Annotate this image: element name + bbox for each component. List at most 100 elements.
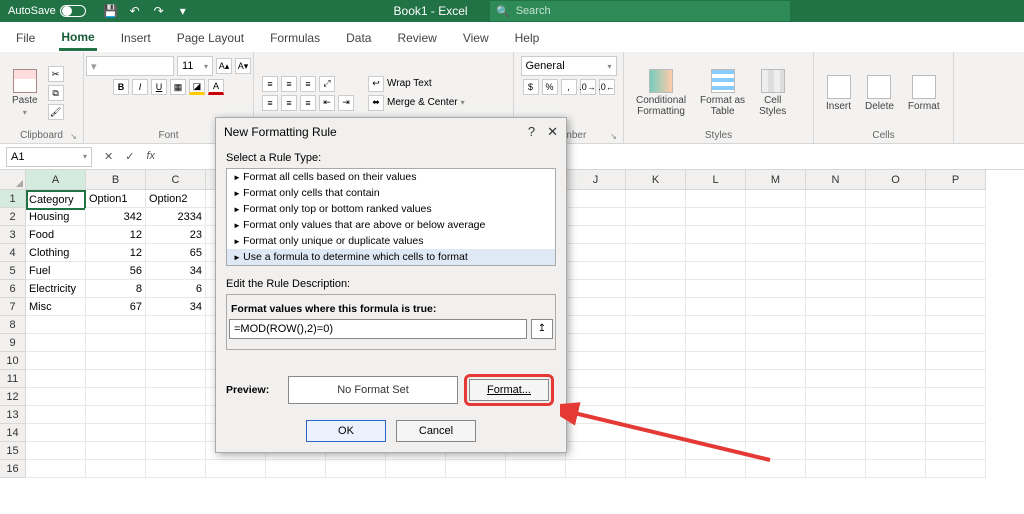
cell[interactable]: Option2 (146, 190, 206, 208)
cell[interactable] (566, 226, 626, 244)
cell[interactable] (926, 424, 986, 442)
cell[interactable] (926, 244, 986, 262)
cell[interactable] (686, 406, 746, 424)
cell[interactable] (866, 442, 926, 460)
cell[interactable] (566, 316, 626, 334)
decrease-indent-icon[interactable]: ⇤ (319, 95, 335, 111)
align-middle-icon[interactable]: ≡ (281, 76, 297, 92)
cell-styles-button[interactable]: Cell Styles (755, 65, 790, 121)
row-header[interactable]: 2 (0, 208, 26, 226)
rule-type-item[interactable]: Format only values that are above or bel… (227, 217, 555, 233)
cell[interactable] (746, 262, 806, 280)
cell[interactable] (686, 244, 746, 262)
cell[interactable] (566, 244, 626, 262)
cell[interactable] (746, 334, 806, 352)
cell[interactable] (866, 334, 926, 352)
wrap-text-button[interactable]: ↩Wrap Text (368, 76, 465, 92)
row-header[interactable]: 3 (0, 226, 26, 244)
cut-icon[interactable]: ✂ (48, 66, 64, 82)
cell[interactable] (686, 298, 746, 316)
cell[interactable] (686, 460, 746, 478)
cell[interactable] (926, 442, 986, 460)
row-header[interactable]: 1 (0, 190, 26, 208)
cell[interactable] (806, 298, 866, 316)
cell[interactable] (746, 226, 806, 244)
currency-icon[interactable]: $ (523, 79, 539, 95)
cell[interactable]: 65 (146, 244, 206, 262)
rule-type-item[interactable]: Format only top or bottom ranked values (227, 201, 555, 217)
cell[interactable] (686, 280, 746, 298)
help-icon[interactable]: ? (528, 124, 535, 140)
cell[interactable] (626, 370, 686, 388)
underline-icon[interactable]: U (151, 79, 167, 95)
cell[interactable] (566, 280, 626, 298)
cell[interactable] (926, 460, 986, 478)
row-header[interactable]: 5 (0, 262, 26, 280)
cell[interactable] (686, 208, 746, 226)
insert-cells-button[interactable]: Insert (822, 71, 855, 116)
cell[interactable] (626, 298, 686, 316)
format-painter-icon[interactable]: 🖌 (48, 104, 64, 120)
fx-icon[interactable]: fx (146, 150, 155, 163)
cell[interactable] (626, 460, 686, 478)
cell[interactable] (866, 208, 926, 226)
cell[interactable] (806, 442, 866, 460)
conditional-formatting-button[interactable]: Conditional Formatting (632, 65, 690, 121)
cell[interactable] (626, 334, 686, 352)
cell[interactable] (806, 244, 866, 262)
cell[interactable] (86, 442, 146, 460)
cell[interactable] (866, 370, 926, 388)
cell[interactable] (806, 370, 866, 388)
ok-button[interactable]: OK (306, 420, 386, 442)
cell[interactable] (86, 352, 146, 370)
cell[interactable] (806, 226, 866, 244)
cell[interactable] (806, 460, 866, 478)
tab-view[interactable]: View (461, 31, 491, 49)
row-header[interactable]: 11 (0, 370, 26, 388)
search-box[interactable]: 🔍 (490, 1, 790, 21)
cell[interactable] (566, 334, 626, 352)
cell[interactable] (26, 334, 86, 352)
cell[interactable] (386, 460, 446, 478)
cell[interactable] (566, 406, 626, 424)
cell[interactable]: 67 (86, 298, 146, 316)
cell[interactable] (146, 424, 206, 442)
cell[interactable] (746, 460, 806, 478)
cell[interactable] (926, 298, 986, 316)
column-header[interactable]: K (626, 170, 686, 190)
tab-formulas[interactable]: Formulas (268, 31, 322, 49)
italic-icon[interactable]: I (132, 79, 148, 95)
tab-review[interactable]: Review (395, 31, 438, 49)
cell[interactable] (926, 388, 986, 406)
cell[interactable] (566, 388, 626, 406)
font-size-select[interactable]: 11▾ (177, 56, 213, 76)
undo-icon[interactable]: ↶ (128, 4, 142, 18)
row-header[interactable]: 10 (0, 352, 26, 370)
percent-icon[interactable]: % (542, 79, 558, 95)
column-header[interactable]: N (806, 170, 866, 190)
cell[interactable] (926, 334, 986, 352)
cell[interactable] (146, 442, 206, 460)
align-right-icon[interactable]: ≡ (300, 95, 316, 111)
number-format-select[interactable]: General▾ (521, 56, 617, 76)
cell[interactable] (566, 352, 626, 370)
cell[interactable] (746, 280, 806, 298)
row-header[interactable]: 14 (0, 424, 26, 442)
cell[interactable] (146, 352, 206, 370)
cell[interactable] (926, 352, 986, 370)
cell[interactable] (926, 406, 986, 424)
cell[interactable] (86, 460, 146, 478)
collapse-dialog-icon[interactable]: ↥ (531, 319, 553, 339)
cell[interactable]: Clothing (26, 244, 86, 262)
row-header[interactable]: 4 (0, 244, 26, 262)
cell[interactable] (926, 316, 986, 334)
enter-formula-icon[interactable]: ✓ (125, 150, 134, 163)
align-top-icon[interactable]: ≡ (262, 76, 278, 92)
rule-type-item[interactable]: Format all cells based on their values (227, 169, 555, 185)
paste-button[interactable]: Paste ▾ (8, 65, 42, 121)
decrease-decimal-icon[interactable]: .0← (599, 79, 615, 95)
column-header[interactable]: J (566, 170, 626, 190)
cell[interactable] (146, 406, 206, 424)
formula-input-field[interactable] (229, 319, 527, 339)
column-header[interactable]: O (866, 170, 926, 190)
